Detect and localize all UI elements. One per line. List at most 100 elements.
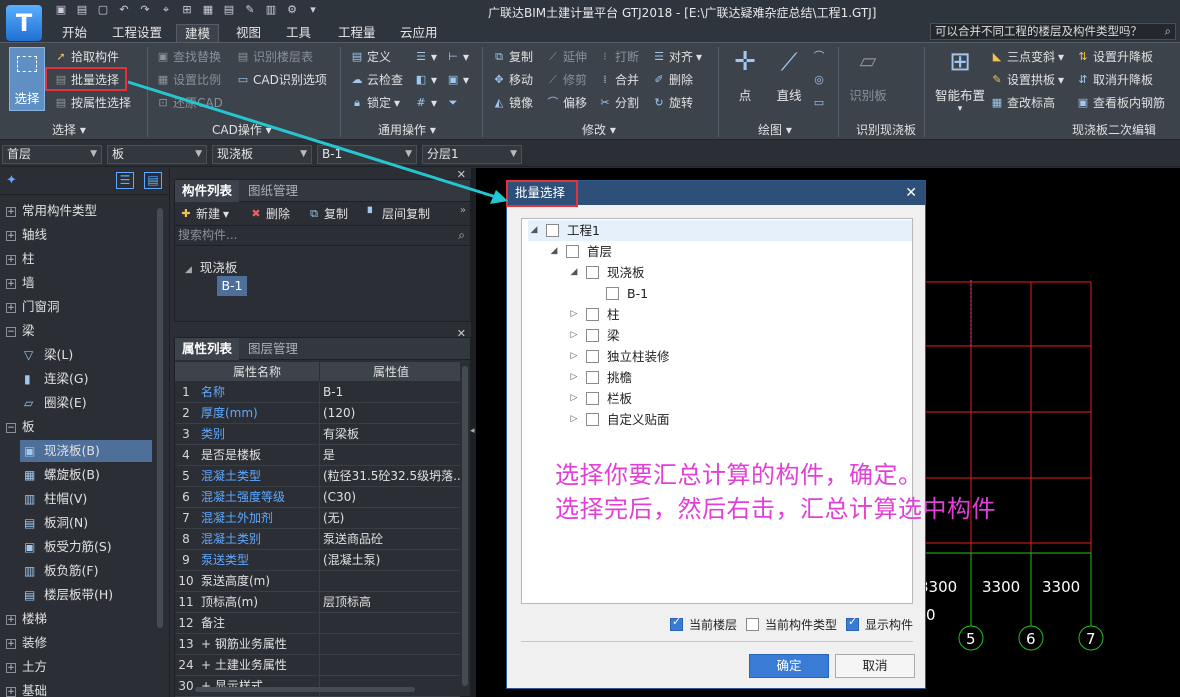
node-checkbox[interactable] (586, 392, 599, 405)
tree-item[interactable]: + 轴线 (6, 224, 47, 246)
add-icon[interactable]: ✦ (6, 173, 17, 188)
set-arch-button[interactable]: ✎ 设置拱板 ▾ (990, 71, 1064, 89)
close-icon[interactable]: ✕ (905, 181, 917, 205)
extend-button[interactable]: ⟋ 延伸 (546, 48, 587, 66)
option-show-components[interactable]: 显示构件 (846, 615, 913, 633)
expand-icon[interactable]: ▷ (568, 325, 580, 346)
circle-button[interactable]: ◎ (812, 71, 826, 89)
tree-item[interactable]: + 墙 (6, 272, 35, 294)
save-icon[interactable]: ▣ (54, 3, 68, 17)
expand-icon[interactable]: + (6, 662, 16, 673)
property-hscrollbar[interactable] (195, 687, 415, 692)
grid-icon[interactable]: ⊞ (180, 3, 194, 17)
option-current-floor[interactable]: 当前楼层 (670, 615, 737, 633)
more-icon[interactable]: » (460, 205, 466, 216)
tab-project-settings[interactable]: 工程设置 (104, 24, 170, 42)
search-icon[interactable]: ⌕ (1165, 24, 1171, 39)
tree-item[interactable]: + 装修 (6, 632, 47, 654)
node-checkbox[interactable] (586, 329, 599, 342)
expand-icon[interactable]: ▷ (568, 304, 580, 325)
tree-item[interactable]: ▱ 圈梁(E) (20, 392, 152, 414)
tree-node[interactable]: ▷ 梁 (568, 325, 620, 346)
collapse-icon[interactable]: ◢ (528, 220, 540, 241)
property-value[interactable]: (混凝土泵) (323, 550, 461, 570)
expand-icon[interactable]: + (6, 302, 16, 313)
align-button[interactable]: ☰ 对齐 ▾ (652, 48, 702, 66)
expand-icon[interactable]: ▷ (568, 388, 580, 409)
tree-item[interactable]: ▥ 柱帽(V) (20, 488, 152, 510)
tab-cloud[interactable]: 云应用 (392, 24, 446, 42)
break-button[interactable]: ⁝ 打断 (598, 48, 639, 66)
property-value[interactable]: B-1 (323, 382, 461, 402)
merge-button[interactable]: ⁞ 合并 (598, 71, 639, 89)
tree-item[interactable]: + 门窗洞 (6, 296, 60, 318)
smart-layout-button[interactable]: ⊞ 智能布置 ▾ (932, 47, 988, 114)
tree-node[interactable]: ▷ 柱 (568, 304, 620, 325)
help-search-input[interactable]: 可以合并不同工程的楼层及构件类型吗？ ⌕ (930, 23, 1176, 40)
floor-copy-button[interactable]: ▘ 层间复制 (365, 205, 430, 223)
set-raise-button[interactable]: ⇅ 设置升降板 (1076, 48, 1153, 66)
ok-button[interactable]: 确定 (749, 654, 829, 678)
property-row[interactable]: 10 泵送高度(m) (175, 571, 460, 592)
collapse-icon[interactable]: ◢ (568, 262, 580, 283)
restore-cad-button[interactable]: ⊡ 还原CAD (156, 94, 222, 112)
tree-scrollbar[interactable] (157, 208, 163, 628)
property-row[interactable]: 11 顶标高(m) 层顶标高 (175, 592, 460, 613)
tree-item[interactable]: + 常用构件类型 (6, 200, 97, 222)
collapse-icon[interactable]: − (6, 326, 16, 337)
tree-node[interactable]: ◢ 现浇板 (568, 262, 645, 283)
node-checkbox[interactable] (586, 413, 599, 426)
expand-icon[interactable]: + (6, 614, 16, 625)
expand-icon[interactable]: ▷ (568, 409, 580, 430)
property-row[interactable]: 1 名称 B-1 (175, 382, 460, 403)
property-row[interactable]: 12 备注 (175, 613, 460, 634)
property-value[interactable]: (粒径31.5砼32.5级坍落... (323, 466, 461, 486)
find-replace-button[interactable]: ▣ 查找替换 (156, 48, 221, 66)
cloud-check-button[interactable]: ☁ 云检查 (350, 71, 404, 89)
cancel-button[interactable]: 取消 (835, 654, 915, 678)
app-logo[interactable]: T (6, 5, 42, 41)
new-component-button[interactable]: ✚ 新建 ▾ (179, 205, 229, 223)
property-row[interactable]: 4 是否是楼板 是 (175, 445, 460, 466)
tree-node[interactable]: ◢ 工程1 (528, 220, 912, 241)
arc-button[interactable]: ⌒ (812, 48, 826, 66)
tree-item[interactable]: ▤ 楼层板带(H) (20, 584, 152, 606)
node-checkbox[interactable] (586, 371, 599, 384)
offset-button[interactable]: ⌒ 偏移 (546, 94, 588, 112)
show-components-checkbox[interactable] (846, 615, 859, 631)
lock-button[interactable]: 🔒︎ 锁定 ▾ (350, 94, 400, 112)
property-row[interactable]: 7 混凝土外加剂 (无) (175, 508, 460, 529)
select-by-attr-button[interactable]: ▤ 按属性选择 (54, 94, 131, 112)
open-icon[interactable]: ▤ (75, 3, 89, 17)
expand-icon[interactable]: ▷ (568, 367, 580, 388)
define-button[interactable]: ▤ 定义 (350, 48, 391, 66)
property-value[interactable]: (无) (323, 508, 461, 528)
expand-icon[interactable]: + (6, 254, 16, 265)
expand-icon[interactable]: + (6, 686, 16, 697)
node-checkbox[interactable] (586, 266, 599, 279)
tab-property-list[interactable]: 属性列表 (175, 338, 240, 360)
copy-button[interactable]: ⧉ 复制 (492, 48, 533, 66)
component-item-b1[interactable]: B-1 (217, 276, 247, 296)
delete-component-button[interactable]: ✖ 删除 (249, 205, 290, 223)
property-value[interactable]: (120) (323, 403, 461, 423)
collapse-icon[interactable]: ◂ (470, 426, 475, 436)
type-select[interactable]: 现浇板 ▼ (212, 145, 312, 164)
identify-floors-button[interactable]: ▤ 识别楼层表 (236, 48, 313, 66)
tab-start[interactable]: 开始 (54, 24, 95, 42)
tab-view[interactable]: 视图 (228, 24, 269, 42)
tree-node[interactable]: ▷ 独立柱装修 (568, 346, 670, 367)
tab-drawing-management[interactable]: 图纸管理 (241, 180, 305, 202)
display-dropdown-button[interactable]: ◧ ▾ ▣ ▾ (414, 71, 469, 89)
check-elevation-button[interactable]: ▦ 查改标高 (990, 94, 1055, 112)
split-button[interactable]: ✂ 分割 (598, 94, 639, 112)
pick-component-button[interactable]: ➚ 拾取构件 (54, 48, 119, 66)
property-row[interactable]: 2 厚度(mm) (120) (175, 403, 460, 424)
tree-node[interactable]: ▷ 栏板 (568, 388, 632, 409)
layer-icon[interactable]: ▤ (222, 3, 236, 17)
tree-node[interactable]: ▷ 自定义贴面 (568, 409, 670, 430)
tree-item[interactable]: + 基础 (6, 680, 47, 697)
cancel-raise-button[interactable]: ⇵ 取消升降板 (1076, 71, 1153, 89)
current-floor-checkbox[interactable] (670, 615, 683, 631)
property-row[interactable]: 6 混凝土强度等级 (C30) (175, 487, 460, 508)
